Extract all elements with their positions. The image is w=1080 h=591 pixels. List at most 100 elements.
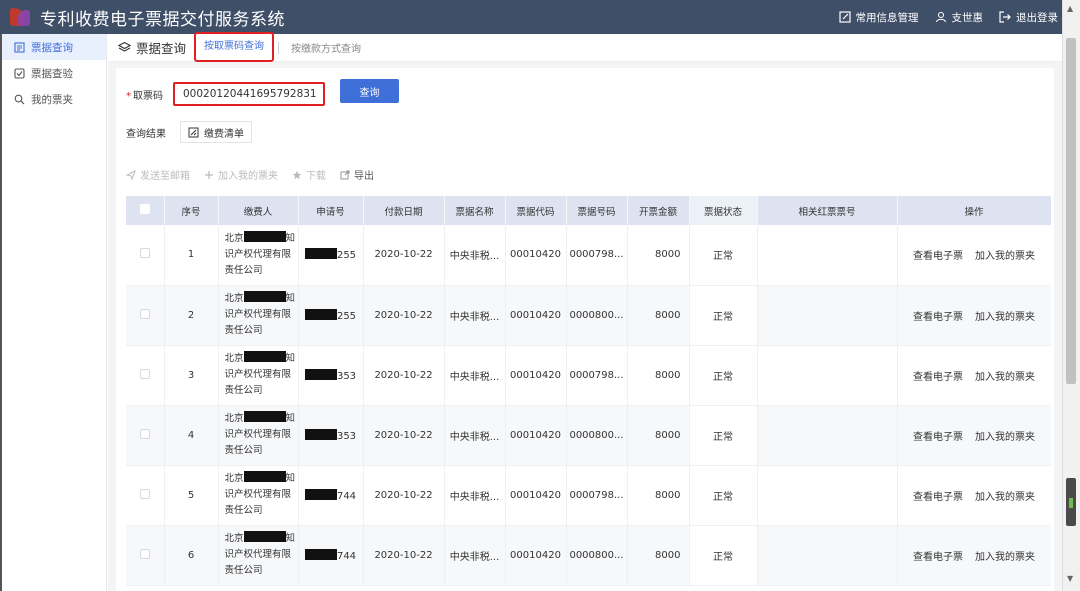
row-checkbox[interactable] [139,308,150,319]
cell-date: 2020-10-22 [363,465,445,526]
logout-button[interactable]: 退出登录 [999,10,1058,25]
fee-list-label: 缴费清单 [204,128,244,140]
document-icon [14,41,25,53]
payer-line3: 责任公司 [224,445,263,456]
redaction-block [243,351,286,362]
view-e-ticket-link[interactable]: 查看电子票 [913,428,963,443]
sidebar-item-ticket-query[interactable]: 票据查询 [2,34,106,60]
row-checkbox[interactable] [139,428,150,439]
user-menu[interactable]: 支世惠 [935,10,984,25]
user-name: 支世惠 [951,11,984,24]
payer-line1: 北京 [224,473,244,484]
row-checkbox[interactable] [139,548,150,559]
results-table: 序号 缴费人 申请号 付款日期 票据名称 票据代码 票据号码 开票金额 票据状态… [126,196,1051,586]
payer-line1: 北京 [224,232,244,244]
section-heading: 票据查询 [118,38,186,57]
cell-actions: 查看电子票 加入我的票夹 [897,285,1051,346]
sidebar-item-my-folder[interactable]: 我的票夹 [2,86,106,112]
view-e-ticket-link[interactable]: 查看电子票 [913,548,963,563]
sidebar-item-label: 我的票夹 [31,93,73,106]
col-header-index: 序号 [164,196,219,225]
cell-app-no: 353 [298,345,364,406]
select-all-checkbox[interactable] [139,204,150,214]
cell-number: 0000798... [566,345,628,406]
tab-query-by-code[interactable]: 按取票码查询 [194,31,275,62]
tab-divider [278,41,280,54]
cell-red-no [757,465,898,526]
table-row: 1 北京 知识产权代理有限 责任公司 255 2020-10-22 中央非税... 00010… [126,225,1051,286]
fee-list-button[interactable]: 缴费清单 [180,121,252,143]
cell-name: 中央非税... [444,345,506,406]
add-to-folder-label: 加入我的票夹 [218,171,278,182]
search-icon [14,94,25,104]
row-actions: 查看电子票 加入我的票夹 [898,247,1051,262]
payer-line1: 北京 [224,413,244,424]
cell-number: 0000798... [566,465,628,526]
cell-app-no: 353 [298,405,364,466]
add-to-folder-link[interactable]: 加入我的票夹 [975,428,1035,443]
table-toolbar: 发送至邮箱 加入我的票夹 下载 导出 [126,167,374,182]
col-header-actions: 操作 [897,196,1051,225]
export-button[interactable]: 导出 [340,167,374,182]
cell-date: 2020-10-22 [363,405,445,466]
app-no-suffix: 353 [336,370,357,382]
cell-number: 0000800... [566,405,628,466]
view-e-ticket-link[interactable]: 查看电子票 [913,308,963,323]
app-no-suffix: 744 [336,490,357,502]
row-select-cell [126,405,165,466]
add-to-folder-link[interactable]: 加入我的票夹 [975,488,1035,503]
payer-line3: 责任公司 [224,385,263,396]
col-header-red-no: 相关红票票号 [757,196,898,225]
add-to-folder-link[interactable]: 加入我的票夹 [975,308,1035,323]
query-button[interactable]: 查询 [340,79,399,103]
scroll-up-arrow-icon[interactable]: ▲ [1067,4,1073,13]
tab-query-by-payment[interactable]: 按缴款方式查询 [283,40,369,55]
col-header-code: 票据代码 [505,196,567,225]
view-e-ticket-link[interactable]: 查看电子票 [913,368,963,383]
add-to-folder-button[interactable]: 加入我的票夹 [204,167,278,182]
cell-date: 2020-10-22 [363,345,445,406]
payer-line2: 识产权代理有限 [224,309,292,320]
payer-line1-end: 知 [285,232,296,244]
cell-number: 0000798... [566,225,628,286]
cell-number: 0000800... [566,525,628,586]
payer-line3: 责任公司 [224,325,263,336]
view-e-ticket-link[interactable]: 查看电子票 [913,488,963,503]
cell-payer: 北京 知识产权代理有限 责任公司 [218,525,299,586]
user-icon [935,11,946,23]
row-checkbox[interactable] [139,248,150,259]
cell-actions: 查看电子票 加入我的票夹 [897,405,1051,466]
add-to-folder-link[interactable]: 加入我的票夹 [975,247,1035,262]
send-icon [126,169,136,180]
cell-status: 正常 [689,405,758,466]
download-label: 下载 [306,171,326,182]
check-box-icon [14,67,25,79]
cell-date: 2020-10-22 [363,285,445,346]
row-checkbox[interactable] [139,488,150,499]
row-checkbox[interactable] [139,368,150,379]
cell-app-no: 255 [298,225,364,286]
sidebar-item-ticket-verify[interactable]: 票据查验 [2,60,106,86]
cell-actions: 查看电子票 加入我的票夹 [897,225,1051,286]
add-to-folder-link[interactable]: 加入我的票夹 [975,548,1035,563]
scrollbar-thumb[interactable] [1066,38,1076,384]
add-to-folder-link[interactable]: 加入我的票夹 [975,368,1035,383]
download-button[interactable]: 下载 [292,167,326,182]
cell-red-no [757,225,898,286]
cell-amount: 8000 [627,285,690,346]
cell-app-no: 255 [298,285,364,346]
row-actions: 查看电子票 加入我的票夹 [898,428,1051,443]
row-select-cell [126,465,165,526]
ticket-code-input[interactable] [173,82,325,106]
view-e-ticket-link[interactable]: 查看电子票 [913,247,963,262]
send-email-button[interactable]: 发送至邮箱 [126,167,190,182]
ticket-code-label: * 取票码 [126,87,163,102]
cell-index: 1 [164,225,219,286]
cell-payer: 北京 知识产权代理有限 责任公司 [218,345,299,406]
common-info-link[interactable]: 常用信息管理 [838,10,919,25]
scroll-down-arrow-icon[interactable]: ▼ [1067,574,1073,583]
row-actions: 查看电子票 加入我的票夹 [898,368,1051,383]
top-header: 专利收费电子票据交付服务系统 常用信息管理 支世惠 退出登录 [0,0,1080,34]
side-widget-tab[interactable] [1066,478,1076,526]
redaction-block [304,428,337,440]
